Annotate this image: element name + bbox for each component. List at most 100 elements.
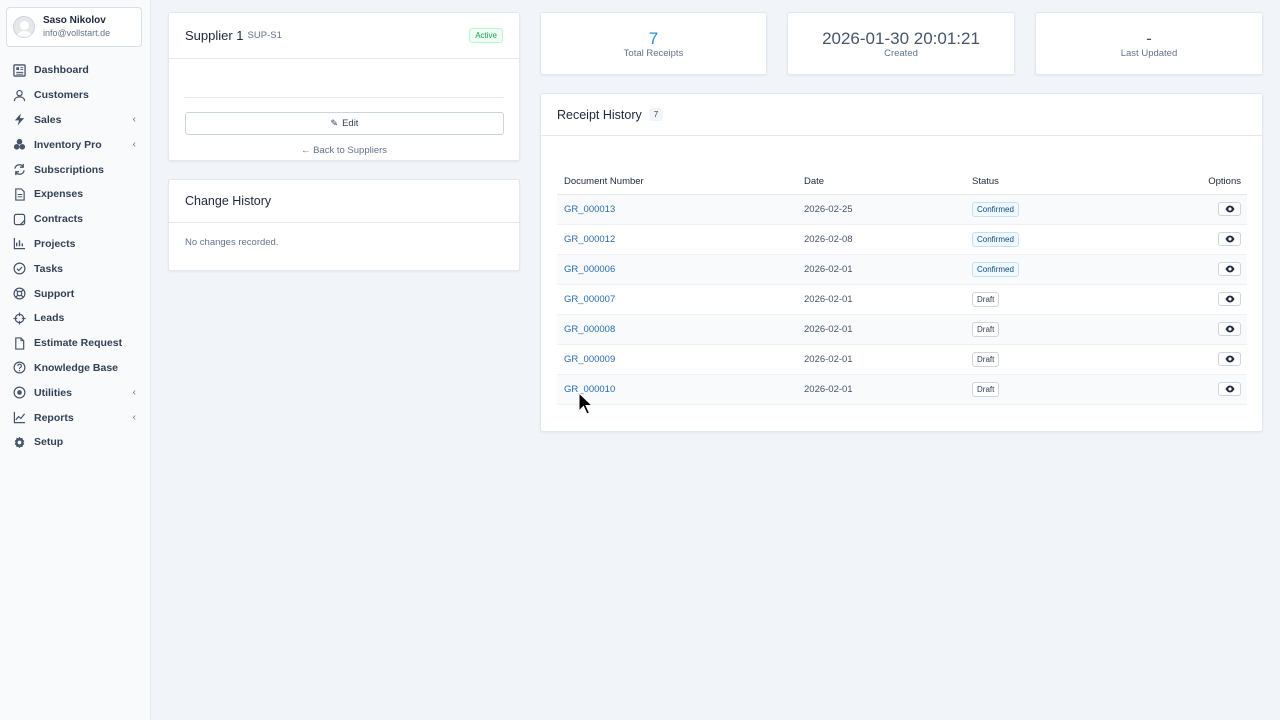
chevron-left-icon: ‹ [132, 387, 136, 399]
view-button[interactable] [1218, 262, 1241, 276]
divider [185, 97, 503, 98]
column-document-number[interactable]: Document Number [557, 170, 797, 195]
options-cell [1117, 254, 1247, 285]
sidebar-item-knowledge-base[interactable]: Knowledge Base [0, 356, 150, 381]
date-cell: 2026-02-25 [797, 194, 965, 225]
sidebar-item-label: Reports [34, 411, 74, 424]
record-icon [12, 386, 26, 400]
document-link[interactable]: GR_000007 [564, 294, 615, 305]
options-cell [1117, 284, 1247, 315]
sidebar-item-sales[interactable]: Sales ‹ [0, 108, 150, 133]
sidebar-item-label: Utilities [34, 386, 72, 399]
document-icon [12, 336, 26, 350]
change-history-empty: No changes recorded. [185, 237, 279, 248]
document-link[interactable]: GR_000013 [564, 204, 615, 215]
chevron-left-icon: ‹ [132, 412, 136, 424]
document-link[interactable]: GR_000008 [564, 324, 615, 335]
sidebar-item-label: Estimate Request [34, 337, 123, 350]
view-button[interactable] [1218, 202, 1241, 216]
status-badge: Draft [972, 351, 1000, 367]
column-options: Options [1117, 170, 1247, 195]
eye-icon [1225, 355, 1234, 363]
table-row: GR_000008 2026-02-01 Draft [557, 314, 1247, 345]
date-cell: 2026-02-01 [797, 344, 965, 375]
receipt-history-title: Receipt History [557, 107, 642, 122]
supplier-header: Supplier 1 SUP-S1 Active [169, 13, 519, 59]
stat-label: Total Receipts [623, 47, 684, 59]
status-badge: Confirmed [972, 261, 1019, 277]
date-cell: 2026-02-01 [797, 374, 965, 405]
sidebar-item-label: Customers [34, 89, 89, 102]
user-profile-card[interactable]: Saso Nikolov info@vollstart.de [6, 7, 142, 47]
sidebar-item-contracts[interactable]: Contracts [0, 207, 150, 232]
user-name: Saso Nikolov [43, 15, 106, 26]
sidebar-item-label: Dashboard [34, 64, 89, 77]
sidebar-item-utilities[interactable]: Utilities ‹ [0, 380, 150, 405]
date-cell: 2026-02-08 [797, 224, 965, 255]
sidebar-item-label: Contracts [34, 213, 84, 226]
status-badge: Confirmed [972, 201, 1019, 217]
stat-total-receipts: 7 Total Receipts [540, 12, 767, 75]
view-button[interactable] [1218, 352, 1241, 366]
document-link[interactable]: GR_000012 [564, 234, 615, 245]
document-link[interactable]: GR_000006 [564, 264, 615, 275]
table-row: GR_000013 2026-02-25 Confirmed [557, 194, 1247, 225]
sidebar-item-subscriptions[interactable]: Subscriptions [0, 157, 150, 182]
status-badge: Draft [972, 381, 1000, 397]
sidebar-item-projects[interactable]: Projects [0, 232, 150, 257]
view-button[interactable] [1218, 232, 1241, 246]
edit-button-label: Edit [342, 118, 359, 129]
eye-icon [1225, 385, 1234, 393]
table-row: GR_000006 2026-02-01 Confirmed [557, 254, 1247, 285]
table-header-row: Document Number Date Status Options [557, 170, 1247, 195]
stat-value: 7 [648, 28, 659, 48]
view-button[interactable] [1218, 322, 1241, 336]
status-cell: Draft [965, 374, 1118, 405]
change-history-card: Change History No changes recorded. [168, 179, 520, 271]
contract-icon [12, 212, 26, 226]
status-badge: Draft [972, 321, 1000, 337]
mouse-cursor-icon [578, 392, 594, 415]
document-number-cell: GR_000012 [557, 224, 797, 255]
eye-icon [1225, 295, 1234, 303]
dashboard-icon [12, 63, 26, 77]
sidebar-item-label: Knowledge Base [34, 361, 119, 374]
status-cell: Draft [965, 344, 1118, 375]
receipt-history-header: Receipt History 7 [541, 94, 1262, 136]
view-button[interactable] [1218, 382, 1241, 396]
status-cell: Confirmed [965, 254, 1118, 285]
eye-icon [1225, 265, 1234, 273]
date-cell: 2026-02-01 [797, 314, 965, 345]
sidebar-item-inventory-pro[interactable]: Inventory Pro ‹ [0, 132, 150, 157]
sidebar-item-customers[interactable]: Customers [0, 83, 150, 108]
sidebar-item-estimate-request[interactable]: Estimate Request [0, 331, 150, 356]
table-row: GR_000007 2026-02-01 Draft [557, 284, 1247, 315]
count-badge: 7 [648, 108, 664, 121]
chart-icon [12, 237, 26, 251]
receipt-history-card: Receipt History 7 Document Number Date S… [540, 93, 1263, 432]
sidebar-item-label: Tasks [34, 262, 63, 275]
column-status[interactable]: Status [965, 170, 1118, 195]
document-link[interactable]: GR_000009 [564, 354, 615, 365]
table-row: GR_000010 2026-02-01 Draft [557, 374, 1247, 405]
user-icon [12, 88, 26, 102]
document-number-cell: GR_000013 [557, 194, 797, 225]
sidebar-item-tasks[interactable]: Tasks [0, 256, 150, 281]
sidebar-item-support[interactable]: Support [0, 281, 150, 306]
sidebar-item-setup[interactable]: Setup [0, 430, 150, 455]
column-date[interactable]: Date [797, 170, 965, 195]
status-cell: Draft [965, 284, 1118, 315]
sidebar-item-label: Inventory Pro [34, 138, 102, 151]
status-cell: Draft [965, 314, 1118, 345]
bolt-icon [12, 113, 26, 127]
sidebar-item-leads[interactable]: Leads [0, 306, 150, 331]
back-link-label: Back to Suppliers [313, 145, 388, 156]
back-to-suppliers-link[interactable]: ← Back to Suppliers [169, 145, 519, 156]
edit-button[interactable]: ✎ Edit [185, 112, 504, 135]
options-cell [1117, 194, 1247, 225]
sidebar-item-expenses[interactable]: Expenses [0, 182, 150, 207]
sidebar-item-dashboard[interactable]: Dashboard [0, 58, 150, 83]
boxes-icon [12, 138, 26, 152]
view-button[interactable] [1218, 292, 1241, 306]
sidebar-item-reports[interactable]: Reports ‹ [0, 405, 150, 430]
